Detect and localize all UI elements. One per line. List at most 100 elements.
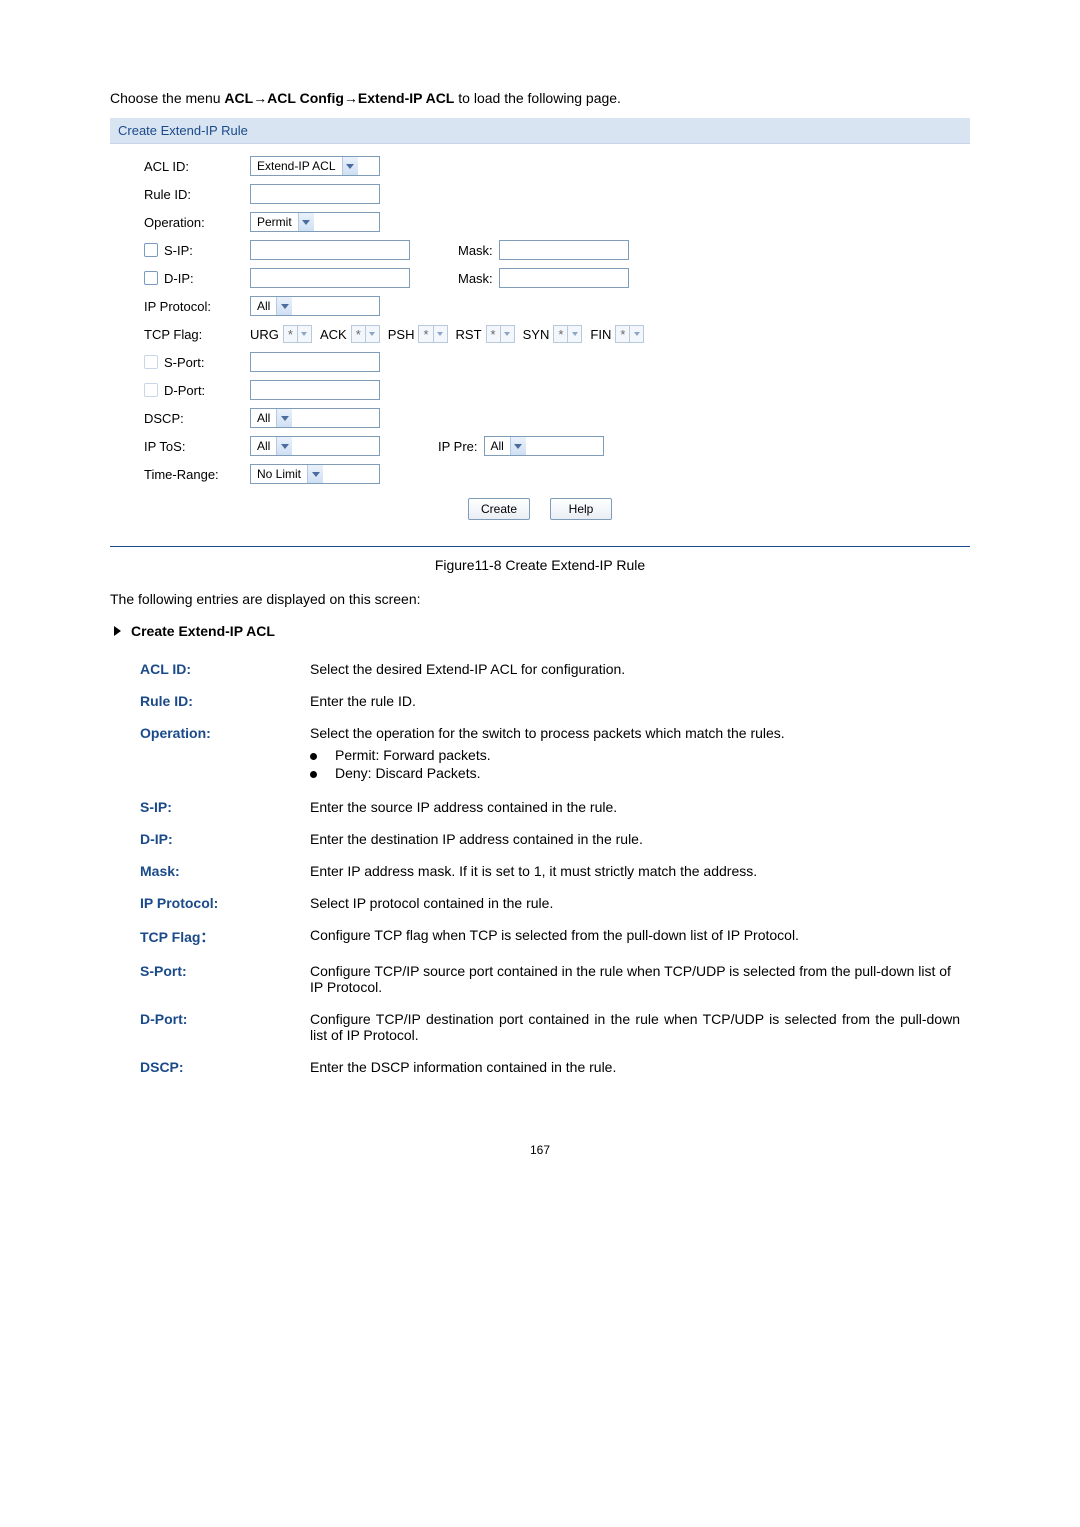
tcp-flag-select[interactable]: * bbox=[486, 325, 515, 343]
definition-value: Configure TCP flag when TCP is selected … bbox=[310, 919, 970, 955]
tcp-flag-syn: SYN* bbox=[523, 325, 583, 343]
chevron-down-icon bbox=[629, 326, 643, 342]
tcp-flag-label: FIN bbox=[590, 327, 611, 342]
dscp-value: All bbox=[251, 411, 276, 425]
acl-id-select[interactable]: Extend-IP ACL bbox=[250, 156, 380, 176]
time-range-select[interactable]: No Limit bbox=[250, 464, 380, 484]
definition-key: Mask: bbox=[110, 855, 310, 887]
tcp-flag-select[interactable]: * bbox=[283, 325, 312, 343]
definition-key: D-Port: bbox=[110, 1003, 310, 1051]
label-s-port: S-Port: bbox=[120, 355, 250, 370]
tcp-flag-select[interactable]: * bbox=[351, 325, 380, 343]
label-d-ip-mask: Mask: bbox=[458, 271, 493, 286]
entries-line: The following entries are displayed on t… bbox=[110, 591, 970, 607]
definition-value: Enter the destination IP address contain… bbox=[310, 823, 970, 855]
tcp-flag-select[interactable]: * bbox=[418, 325, 447, 343]
create-button[interactable]: Create bbox=[468, 498, 530, 520]
definition-key: Rule ID: bbox=[110, 685, 310, 717]
definition-row: TCP Flag：Configure TCP flag when TCP is … bbox=[110, 919, 970, 955]
bullet-item: Deny: Discard Packets. bbox=[310, 765, 960, 781]
definition-row: D-IP:Enter the destination IP address co… bbox=[110, 823, 970, 855]
chevron-down-icon bbox=[510, 437, 526, 455]
tcp-flag-label: PSH bbox=[388, 327, 415, 342]
definition-table: ACL ID:Select the desired Extend-IP ACL … bbox=[110, 653, 970, 1083]
definition-key: DSCP: bbox=[110, 1051, 310, 1083]
label-s-ip-mask: Mask: bbox=[458, 243, 493, 258]
d-ip-mask-input[interactable] bbox=[499, 268, 629, 288]
definition-row: D-Port:Configure TCP/IP destination port… bbox=[110, 1003, 970, 1051]
tcp-flag-select[interactable]: * bbox=[615, 325, 644, 343]
ip-tos-select[interactable]: All bbox=[250, 436, 380, 456]
definition-key: S-Port: bbox=[110, 955, 310, 1003]
operation-select[interactable]: Permit bbox=[250, 212, 380, 232]
chevron-down-icon bbox=[307, 465, 323, 483]
tcp-flag-select[interactable]: * bbox=[553, 325, 582, 343]
ip-pre-value: All bbox=[485, 439, 510, 453]
definition-row: S-IP:Enter the source IP address contain… bbox=[110, 791, 970, 823]
tcp-flag-rst: RST* bbox=[456, 325, 515, 343]
time-range-value: No Limit bbox=[251, 467, 307, 481]
definition-key: ACL ID: bbox=[110, 653, 310, 685]
s-port-input[interactable] bbox=[250, 352, 380, 372]
s-ip-checkbox[interactable] bbox=[144, 243, 158, 257]
panel-title: Create Extend-IP Rule bbox=[110, 118, 970, 144]
s-ip-mask-input[interactable] bbox=[499, 240, 629, 260]
arrow-right-icon bbox=[114, 626, 121, 636]
chevron-down-icon bbox=[276, 437, 292, 455]
label-ip-pre: IP Pre: bbox=[438, 439, 478, 454]
tcp-flag-value: * bbox=[352, 327, 365, 342]
label-ip-tos: IP ToS: bbox=[120, 439, 250, 454]
definition-value: Configure TCP/IP source port contained i… bbox=[310, 955, 970, 1003]
ip-protocol-value: All bbox=[251, 299, 276, 313]
label-s-port-text: S-Port: bbox=[164, 355, 204, 370]
tcp-flag-label: URG bbox=[250, 327, 279, 342]
tcp-flag-value: * bbox=[284, 327, 297, 342]
ip-pre-select[interactable]: All bbox=[484, 436, 604, 456]
definition-value: Enter IP address mask. If it is set to 1… bbox=[310, 855, 970, 887]
tcp-flag-value: * bbox=[487, 327, 500, 342]
s-ip-input[interactable] bbox=[250, 240, 410, 260]
label-rule-id: Rule ID: bbox=[120, 187, 250, 202]
label-time-range: Time-Range: bbox=[120, 467, 250, 482]
acl-id-value: Extend-IP ACL bbox=[251, 159, 342, 173]
label-acl-id: ACL ID: bbox=[120, 159, 250, 174]
label-s-ip-text: S-IP: bbox=[164, 243, 193, 258]
section-heading: Create Extend-IP ACL bbox=[110, 623, 970, 639]
dscp-select[interactable]: All bbox=[250, 408, 380, 428]
d-port-checkbox[interactable] bbox=[144, 383, 158, 397]
label-dscp: DSCP: bbox=[120, 411, 250, 426]
chevron-down-icon bbox=[500, 326, 514, 342]
tcp-flag-label: ACK bbox=[320, 327, 347, 342]
section-title-text: Create Extend-IP ACL bbox=[131, 623, 275, 639]
chevron-down-icon bbox=[365, 326, 379, 342]
definition-key: S-IP: bbox=[110, 791, 310, 823]
tcp-flag-psh: PSH * bbox=[388, 325, 448, 343]
bullet-item: Permit: Forward packets. bbox=[310, 747, 960, 763]
definition-value: Enter the DSCP information contained in … bbox=[310, 1051, 970, 1083]
form-table: ACL ID: Extend-IP ACL Rule ID: Operation… bbox=[110, 144, 970, 546]
rule-id-input[interactable] bbox=[250, 184, 380, 204]
tcp-flag-fin: FIN * bbox=[590, 325, 644, 343]
d-ip-checkbox[interactable] bbox=[144, 271, 158, 285]
definition-key: Operation: bbox=[110, 717, 310, 791]
label-d-ip-text: D-IP: bbox=[164, 271, 194, 286]
intro-suffix: to load the following page. bbox=[454, 90, 621, 106]
label-s-ip: S-IP: bbox=[120, 243, 250, 258]
d-port-input[interactable] bbox=[250, 380, 380, 400]
definition-value: Select the desired Extend-IP ACL for con… bbox=[310, 653, 970, 685]
label-d-ip: D-IP: bbox=[120, 271, 250, 286]
help-button[interactable]: Help bbox=[550, 498, 612, 520]
tcp-flag-ack: ACK * bbox=[320, 325, 380, 343]
s-port-checkbox[interactable] bbox=[144, 355, 158, 369]
ip-protocol-select[interactable]: All bbox=[250, 296, 380, 316]
definition-value: Select IP protocol contained in the rule… bbox=[310, 887, 970, 919]
tcp-flag-urg: URG * bbox=[250, 325, 312, 343]
page-number: 167 bbox=[110, 1143, 970, 1157]
definition-row: ACL ID:Select the desired Extend-IP ACL … bbox=[110, 653, 970, 685]
chevron-down-icon bbox=[276, 409, 292, 427]
definition-value: Enter the source IP address contained in… bbox=[310, 791, 970, 823]
label-tcp-flag: TCP Flag: bbox=[120, 327, 250, 342]
tcp-flag-value: * bbox=[419, 327, 432, 342]
d-ip-input[interactable] bbox=[250, 268, 410, 288]
definition-key: D-IP: bbox=[110, 823, 310, 855]
